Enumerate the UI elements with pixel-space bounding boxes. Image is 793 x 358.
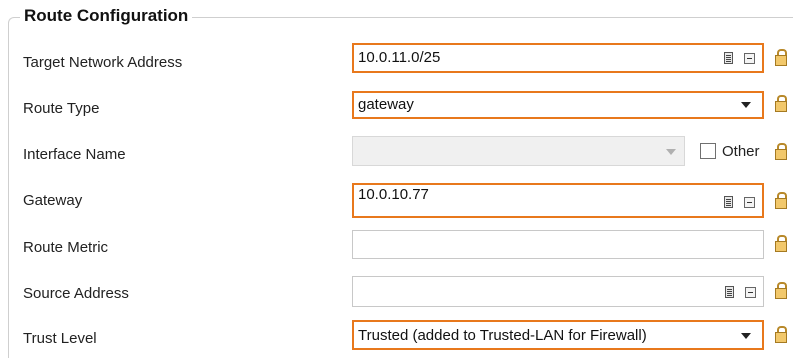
interface-name-label: Interface Name — [23, 146, 126, 163]
route-metric-input[interactable] — [352, 230, 764, 259]
dropdown-arrow-icon[interactable] — [741, 102, 751, 108]
source-address-input[interactable] — [352, 276, 764, 307]
row-target-network: Target Network Address 10.0.11.0/25 — [0, 40, 793, 86]
row-interface-name: Interface Name Other — [0, 131, 793, 177]
row-gateway: Gateway 10.0.10.77 — [0, 180, 793, 226]
lock-icon[interactable] — [775, 282, 787, 299]
route-type-value: gateway — [358, 96, 414, 113]
gateway-input[interactable]: 10.0.10.77 — [352, 183, 764, 218]
trust-level-value: Trusted (added to Trusted-LAN for Firewa… — [358, 327, 647, 344]
other-checkbox[interactable] — [700, 143, 716, 159]
lock-icon[interactable] — [775, 95, 787, 112]
minus-icon[interactable] — [744, 53, 755, 64]
row-trust-level: Trust Level Trusted (added to Trusted-LA… — [0, 318, 793, 350]
minus-icon[interactable] — [744, 197, 755, 208]
target-network-label: Target Network Address — [23, 54, 183, 71]
source-address-label: Source Address — [23, 285, 129, 302]
dropdown-arrow-icon[interactable] — [666, 149, 676, 155]
trust-level-select[interactable]: Trusted (added to Trusted-LAN for Firewa… — [352, 320, 764, 350]
target-network-value: 10.0.11.0/25 — [358, 49, 441, 66]
lock-icon[interactable] — [775, 192, 787, 209]
section-title: Route Configuration — [20, 6, 193, 26]
row-route-type: Route Type gateway — [0, 88, 793, 134]
doc-icon[interactable] — [725, 286, 734, 298]
trust-level-label: Trust Level — [23, 330, 97, 347]
gateway-value: 10.0.10.77 — [358, 186, 429, 203]
route-metric-label: Route Metric — [23, 239, 109, 256]
interface-name-select[interactable] — [352, 136, 685, 166]
lock-icon[interactable] — [775, 235, 787, 252]
lock-icon[interactable] — [775, 49, 787, 66]
other-label: Other — [722, 143, 760, 160]
gateway-label: Gateway — [23, 192, 83, 209]
row-source-address: Source Address — [0, 272, 793, 318]
target-network-input[interactable]: 10.0.11.0/25 — [352, 43, 764, 73]
route-type-label: Route Type — [23, 100, 100, 117]
lock-icon[interactable] — [775, 143, 787, 160]
doc-icon[interactable] — [724, 52, 733, 64]
doc-icon[interactable] — [724, 196, 733, 208]
lock-icon[interactable] — [775, 326, 787, 343]
row-route-metric: Route Metric — [0, 226, 793, 272]
route-type-select[interactable]: gateway — [352, 91, 764, 119]
dropdown-arrow-icon[interactable] — [741, 333, 751, 339]
minus-icon[interactable] — [745, 287, 756, 298]
